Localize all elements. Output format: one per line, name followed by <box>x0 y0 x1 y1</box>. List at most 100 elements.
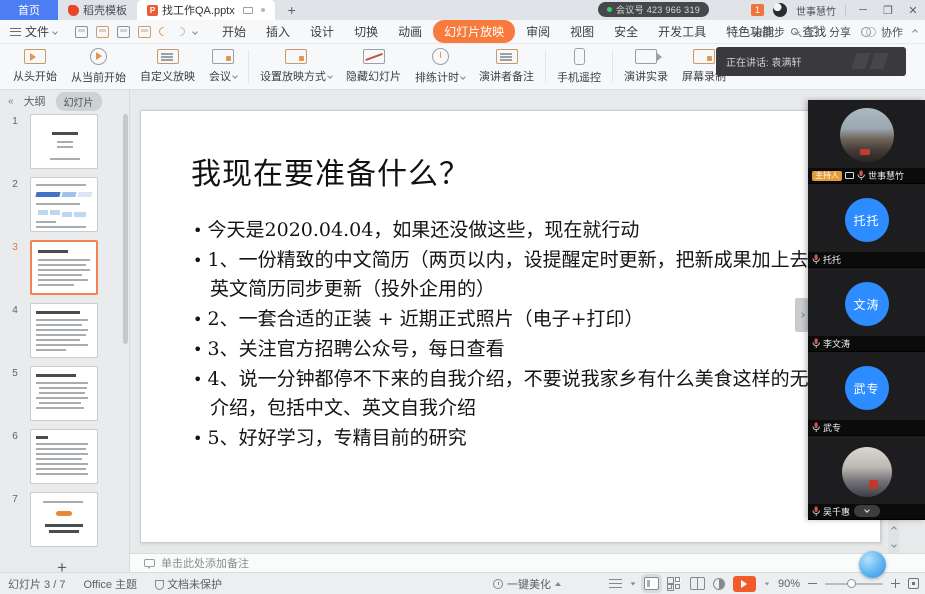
participant-tile[interactable]: 文涛 李文涛 <box>808 268 925 352</box>
tab-start[interactable]: 开始 <box>213 20 255 43</box>
speaker-notes-button[interactable]: 演讲者备注 <box>472 44 541 89</box>
slide-thumbnail-2[interactable]: 2 <box>0 177 124 240</box>
sidebar-collapse-button[interactable] <box>854 505 880 517</box>
setup-show-button[interactable]: 设置放映方式 <box>253 44 339 89</box>
collapse-panel-icon[interactable]: « <box>8 96 14 107</box>
normal-view-button[interactable] <box>644 577 659 590</box>
custom-show-button[interactable]: 自定义放映 <box>133 44 202 89</box>
participant-avatar-initials: 文涛 <box>845 282 889 326</box>
notes-toggle-icon[interactable] <box>609 579 622 588</box>
play-options-icon[interactable] <box>765 582 769 585</box>
close-button[interactable]: ✕ <box>905 4 921 17</box>
notes-bar[interactable]: 单击此处添加备注 <box>130 553 925 572</box>
outline-tab[interactable]: 大纲 <box>24 93 46 109</box>
tab-review[interactable]: 审阅 <box>517 20 559 43</box>
restore-button[interactable]: ❐ <box>880 4 896 17</box>
slide-thumbnail-6[interactable]: 6 <box>0 429 124 492</box>
slide-thumbnail-7[interactable]: 7 <box>0 492 124 555</box>
quick-access-toolbar <box>65 26 207 38</box>
protection-status[interactable]: 文档未保护 <box>155 576 222 592</box>
slides-tab[interactable]: 幻灯片 <box>56 92 102 111</box>
minimize-button[interactable]: ─ <box>855 4 871 16</box>
hide-slide-button[interactable]: 隐藏幻灯片 <box>339 44 408 89</box>
participant-tile-host[interactable]: 主持人 世事慧竹 <box>808 100 925 184</box>
tab-devtools[interactable]: 开发工具 <box>649 20 715 43</box>
tab-slideshow[interactable]: 幻灯片放映 <box>433 20 515 43</box>
presenter-view-button[interactable] <box>713 578 725 590</box>
file-menu[interactable]: 文件 <box>0 23 65 40</box>
zoom-slider-knob[interactable] <box>847 579 856 588</box>
bullet-item: 4、说一分钟都停不下来的自我介绍，不要说我家乡有什么美食这样的无关介绍，包括中文… <box>193 365 839 423</box>
collapse-ribbon-icon[interactable] <box>912 29 918 35</box>
participant-tile[interactable]: 托托 托托 <box>808 184 925 268</box>
account-name[interactable]: 世事慧竹 <box>796 3 836 18</box>
fit-window-button[interactable] <box>908 578 919 589</box>
meeting-button[interactable]: 会议 <box>202 44 244 89</box>
zoom-level[interactable]: 90% <box>778 578 800 590</box>
bullet-item: 1、一份精致的中文简历（两页以内，设提醒定时更新，把新成果加上去），英文简历同步… <box>193 246 839 304</box>
tab-security[interactable]: 安全 <box>605 20 647 43</box>
slide-thumbnail-5[interactable]: 5 <box>0 366 124 429</box>
chevron-right-icon <box>799 312 805 318</box>
sync-status[interactable]: 未同步 <box>752 24 785 40</box>
bullet-item: 2、一套合适的正装 + 近期正式照片（电子+打印） <box>193 305 839 334</box>
notification-badge[interactable]: 1 <box>751 4 764 16</box>
rehearse-timing-button[interactable]: 排练计时 <box>408 44 472 89</box>
print-preview-icon[interactable] <box>138 26 151 38</box>
tab-insert[interactable]: 插入 <box>257 20 299 43</box>
tab-view[interactable]: 视图 <box>561 20 603 43</box>
ribbon-toolbar: 从头开始 从当前开始 自定义放映 会议 设置放映方式 隐藏幻灯片 排练计时 <box>0 44 925 90</box>
chevron-down-icon[interactable] <box>794 29 800 35</box>
title-bar: 首页 稻壳模板 P 找工作QA.pptx + 会议号 423 966 319 1… <box>0 0 925 20</box>
zoom-slider[interactable] <box>825 583 883 585</box>
pane-collapse-handle[interactable] <box>795 298 808 332</box>
play-from-current-button[interactable]: 从当前开始 <box>64 44 133 89</box>
next-slide-button[interactable] <box>888 538 899 552</box>
collab-button[interactable]: 协作 <box>881 24 903 40</box>
meeting-id-badge[interactable]: 会议号 423 966 319 <box>598 2 709 17</box>
new-tab-button[interactable]: + <box>283 2 301 18</box>
share-button[interactable]: 分享 <box>829 24 851 40</box>
previous-slide-button[interactable] <box>888 522 899 536</box>
output-icon[interactable] <box>96 26 109 38</box>
panel-scrollbar[interactable] <box>123 114 128 344</box>
presentation-record-button[interactable]: 演讲实录 <box>617 44 675 89</box>
save-icon[interactable] <box>75 26 88 38</box>
meeting-floating-ball[interactable] <box>859 551 886 578</box>
redo-icon[interactable] <box>174 25 187 38</box>
slide-title[interactable]: 我现在要准备什么？ <box>191 149 470 193</box>
slideshow-play-button[interactable] <box>733 576 756 592</box>
tab-document[interactable]: P 找工作QA.pptx <box>137 0 275 20</box>
tab-design[interactable]: 设计 <box>301 20 343 43</box>
divider <box>845 5 846 16</box>
phone-remote-button[interactable]: 手机遥控 <box>550 44 608 89</box>
tab-docer-templates[interactable]: 稻壳模板 <box>58 0 137 20</box>
docer-icon <box>68 5 79 16</box>
account-avatar[interactable] <box>773 3 787 17</box>
tab-animation[interactable]: 动画 <box>389 20 431 43</box>
slide-body-text[interactable]: 今天是2020.04.04，如果还没做这些，现在就行动 1、一份精致的中文简历（… <box>193 216 839 454</box>
beautify-button[interactable]: 一键美化 <box>493 576 561 592</box>
slide-thumbnail-1[interactable]: 1 <box>0 114 124 177</box>
theme-name[interactable]: Office 主题 <box>83 576 137 592</box>
meeting-speaking-overlay: 正在讲话: 袁满轩 <box>716 47 906 76</box>
slide-sorter-view-button[interactable] <box>667 577 682 590</box>
home-button[interactable]: 首页 <box>0 0 58 20</box>
slide-thumbnail-4[interactable]: 4 <box>0 303 124 366</box>
slide-thumbnail-3-selected[interactable]: 3 <box>0 240 124 303</box>
tab-transition[interactable]: 切换 <box>345 20 387 43</box>
undo-icon[interactable] <box>157 25 170 38</box>
participant-tile[interactable]: 吴千惠 <box>808 436 925 520</box>
chevron-down-icon[interactable] <box>631 582 636 585</box>
zoom-out-button[interactable] <box>808 583 817 585</box>
presentation-record-icon <box>635 49 657 64</box>
slide-canvas[interactable]: 我现在要准备什么？ 今天是2020.04.04，如果还没做这些，现在就行动 1、… <box>140 110 881 543</box>
participant-tile[interactable]: 武专 武专 <box>808 352 925 436</box>
zoom-in-button[interactable] <box>891 579 900 588</box>
print-icon[interactable] <box>117 26 130 38</box>
play-from-start-button[interactable]: 从头开始 <box>6 44 64 89</box>
wps-presentation-window: 首页 稻壳模板 P 找工作QA.pptx + 会议号 423 966 319 1… <box>0 0 925 594</box>
reading-view-button[interactable] <box>690 577 705 590</box>
title-bar-right: 1 世事慧竹 ─ ❐ ✕ <box>751 0 921 20</box>
qat-more-icon[interactable] <box>192 29 198 35</box>
